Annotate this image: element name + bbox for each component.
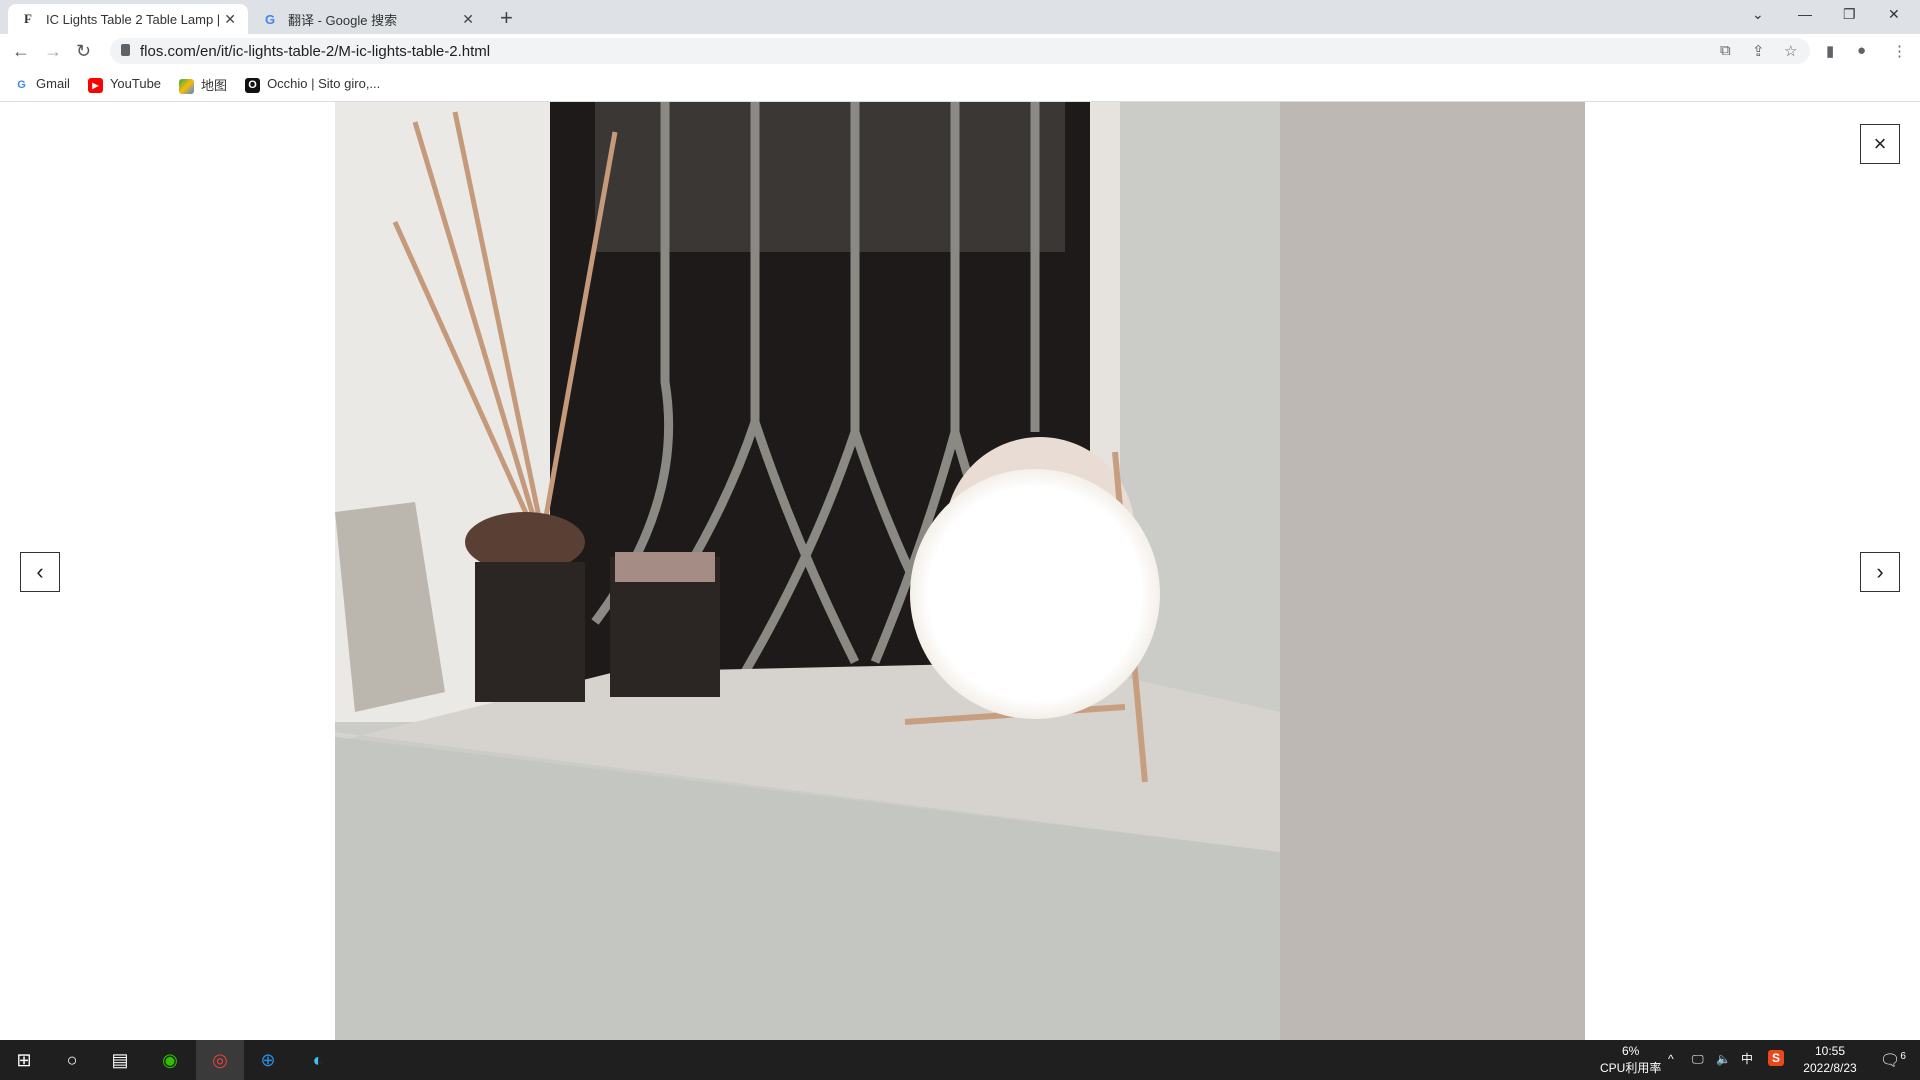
tab-label: 翻译 - Google 搜索 (288, 12, 398, 28)
edge-icon[interactable]: ◐ (294, 1040, 342, 1080)
reload-button[interactable]: ↻ (76, 41, 91, 62)
bookmark-youtube[interactable]: ▶ YouTube (87, 76, 162, 93)
close-icon: × (1873, 131, 1887, 156)
bookmark-gmail[interactable]: G Gmail (14, 76, 70, 92)
lightbox: × ‹ › (0, 102, 1920, 1040)
chevron-left-icon: ‹ (36, 559, 44, 584)
browser-icon[interactable]: ⊕ (244, 1040, 292, 1080)
date: 2022/8/23 (1803, 1061, 1857, 1075)
google-icon: G (264, 11, 276, 27)
menu-icon[interactable]: ⋮ (1892, 42, 1907, 60)
search-icon[interactable]: ○ (48, 1040, 96, 1080)
bookmark-label: Gmail (36, 76, 70, 92)
cpu-label: CPU利用率 (1600, 1061, 1662, 1075)
bookmark-label: Occhio | Sito giro,... (267, 76, 381, 92)
close-lightbox-button[interactable]: × (1860, 124, 1900, 164)
tab-label: IC Lights Table 2 Table Lamp | F (46, 11, 225, 27)
bookmark-occhio[interactable]: O Occhio | Sito giro,... (245, 76, 381, 93)
bookmark-label: YouTube (109, 76, 162, 92)
google-icon: G (17, 78, 26, 91)
profile-avatar[interactable]: ● (1857, 42, 1866, 59)
previous-image-button[interactable]: ‹ (20, 552, 60, 592)
translate-icon[interactable]: ⧉ (1720, 42, 1731, 59)
wechat-icon[interactable]: ◉ (146, 1040, 194, 1080)
share-icon[interactable]: ⇪ (1752, 42, 1765, 60)
time: 10:55 (1814, 1044, 1846, 1058)
occhio-icon: O (245, 77, 261, 93)
taskbar: ⊞ ○ ▤ ◉ ◎ ⊕ ◐ 6% CPU利用率 ^ 🖵 🔈 中 S 10:55 20… (0, 1040, 1920, 1080)
cpu-percent: 6% (1622, 1044, 1640, 1058)
bookmark-star-icon[interactable]: ☆ (1784, 42, 1797, 60)
url-text: flos.com/en/it/ic-lights-table-2/M-ic-li… (140, 42, 491, 60)
bookmark-label: 地图 (201, 77, 228, 93)
sogou-icon[interactable]: S (1768, 1050, 1784, 1066)
close-window-button[interactable]: ✕ (1888, 6, 1900, 23)
youtube-icon: ▶ (87, 77, 103, 93)
close-tab-icon[interactable]: ✕ (224, 11, 236, 28)
bookmarks-bar: G Gmail ▶ YouTube 地图 O Occhio | Sito giro,.… (0, 68, 1920, 102)
forward-button[interactable]: → (44, 41, 62, 62)
product-photo (335, 102, 1585, 1040)
new-tab-button[interactable]: + (500, 5, 513, 31)
chrome-icon[interactable]: ◎ (196, 1040, 244, 1080)
restore-button[interactable]: ❐ (1843, 6, 1856, 23)
clock[interactable]: 10:55 2022/8/23 (1800, 1043, 1860, 1077)
ime-indicator[interactable]: 中 (1741, 1051, 1753, 1068)
tab-search-icon[interactable]: ⌄ (1752, 6, 1764, 23)
tab-bar: F IC Lights Table 2 Table Lamp | F ✕ G 翻… (0, 0, 1920, 34)
volume-icon[interactable]: 🔈 (1716, 1051, 1731, 1068)
tab-google-translate[interactable]: G 翻译 - Google 搜索 ✕ (250, 4, 486, 34)
notifications-icon[interactable]: 🗨6 (1880, 1048, 1906, 1069)
chevron-up-icon[interactable]: ^ (1668, 1051, 1674, 1068)
flos-icon: F (24, 11, 32, 26)
maps-icon (179, 79, 195, 95)
back-button[interactable]: ← (12, 41, 30, 62)
notification-count: 6 (1900, 1051, 1906, 1062)
network-icon[interactable]: 🖵 (1692, 1051, 1704, 1068)
next-image-button[interactable]: › (1860, 552, 1900, 592)
address-bar[interactable]: flos.com/en/it/ic-lights-table-2/M-ic-li… (110, 38, 1810, 64)
chevron-right-icon: › (1876, 559, 1884, 584)
task-view-icon[interactable]: ▤ (96, 1040, 144, 1080)
toolbar: ← → ↻ flos.com/en/it/ic-lights-table-2/M… (0, 34, 1920, 68)
windows-start-icon[interactable]: ⊞ (0, 1040, 48, 1080)
tab-ic-lights[interactable]: F IC Lights Table 2 Table Lamp | F ✕ (8, 4, 248, 34)
lock-icon (121, 44, 130, 56)
bookmark-maps[interactable]: 地图 (179, 75, 228, 95)
minimize-button[interactable]: — (1798, 6, 1812, 22)
side-panel-icon[interactable]: ▮ (1826, 42, 1834, 60)
close-tab-icon[interactable]: ✕ (462, 11, 474, 28)
cpu-usage: 6% CPU利用率 (1600, 1043, 1661, 1077)
